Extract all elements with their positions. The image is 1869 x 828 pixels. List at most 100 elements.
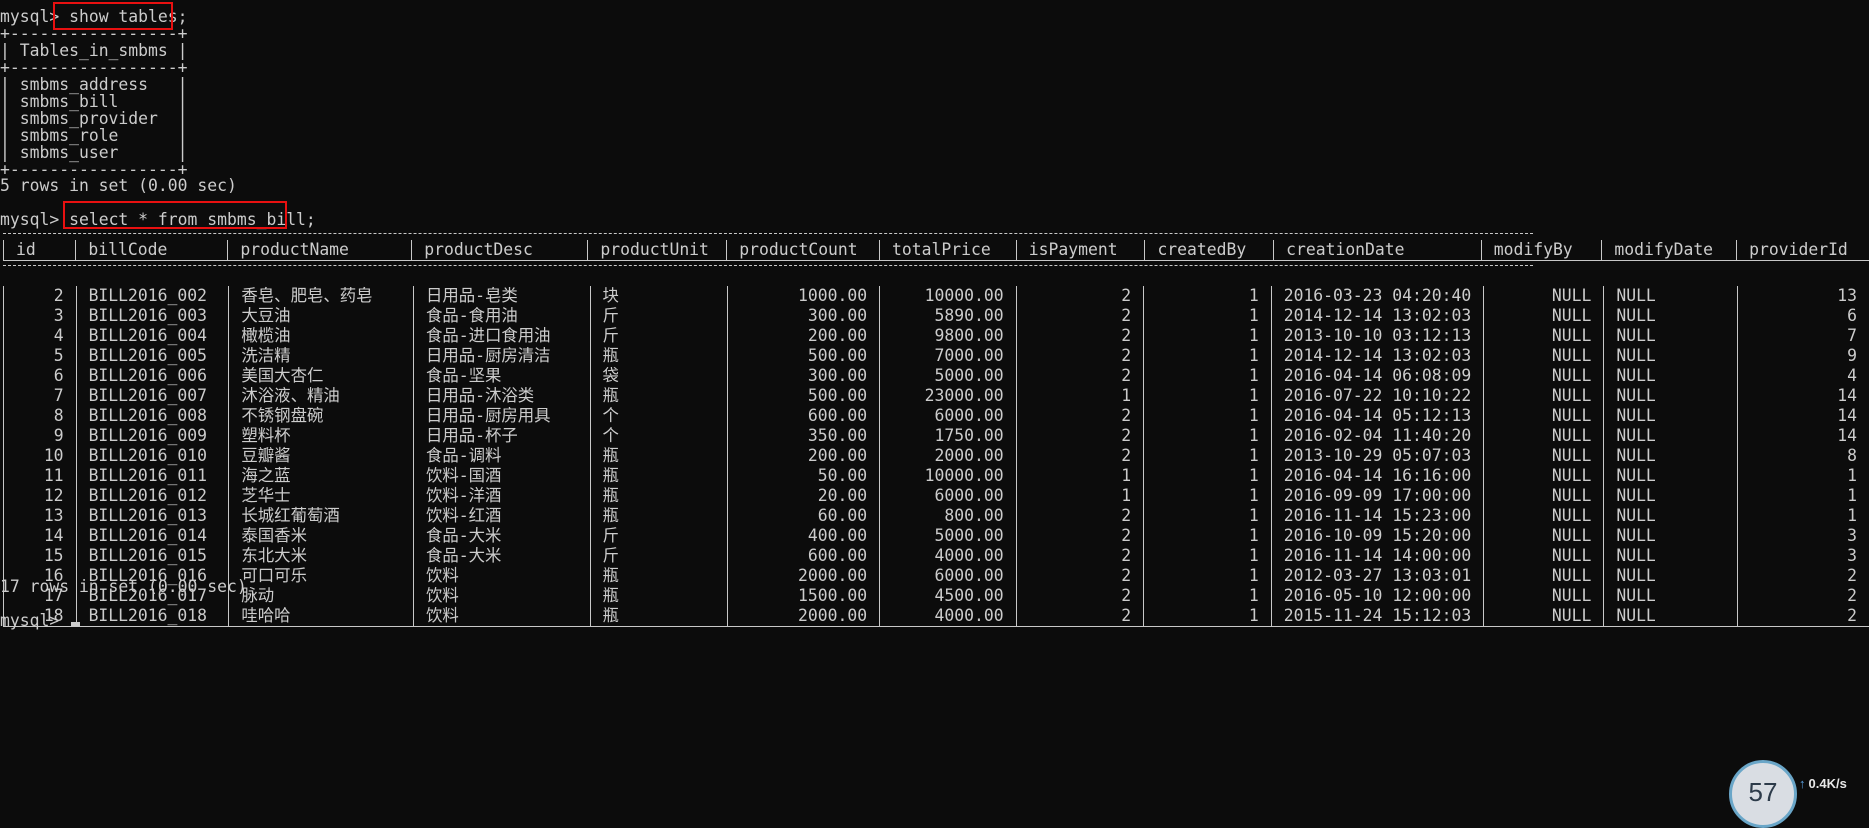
cell-id: 14 [4,526,77,546]
cell-modifyDate: NULL [1604,406,1738,426]
column-header: modifyDate [1602,240,1737,261]
cell-productName: 沐浴液、精油 [229,386,414,406]
cell-id: 8 [4,406,77,426]
bill-footer: 17 rows in set (0.00 sec) [0,577,247,597]
cell-providerId: 3 [1738,526,1869,546]
cell-isPayment: 2 [1016,506,1144,526]
cell-productCount: 500.00 [728,386,880,406]
cell-id: 5 [4,346,77,366]
cell-modifyBy: NULL [1484,566,1604,586]
cell-productUnit: 瓶 [590,486,728,506]
cell-modifyDate: NULL [1604,466,1738,486]
table-row: 18BILL2016_018哇哈哈饮料瓶2000.004000.00212015… [4,606,1869,627]
cell-productDesc: 饮料-国酒 [413,466,590,486]
cell-providerId: 9 [1738,346,1869,366]
cell-createdBy: 1 [1144,606,1272,627]
cell-modifyDate: NULL [1604,326,1738,346]
table-row: 10BILL2016_010豆瓣酱食品-调料瓶200.002000.002120… [4,446,1869,466]
cell-productUnit: 瓶 [590,606,728,627]
cell-creationDate: 2016-03-23 04:20:40 [1271,286,1484,306]
column-header: isPayment [1016,240,1145,261]
cell-providerId: 8 [1738,446,1869,466]
cell-modifyDate: NULL [1604,546,1738,566]
cell-totalPrice: 6000.00 [880,486,1016,506]
cell-creationDate: 2016-09-09 17:00:00 [1271,486,1484,506]
cell-productName: 海之蓝 [229,466,414,486]
cell-productCount: 200.00 [728,446,880,466]
cell-billCode: BILL2016_012 [76,486,229,506]
cell-creationDate: 2013-10-29 05:07:03 [1271,446,1484,466]
cell-billCode: BILL2016_014 [76,526,229,546]
cell-createdBy: 1 [1144,386,1272,406]
cell-productCount: 200.00 [728,326,880,346]
cell-billCode: BILL2016_010 [76,446,229,466]
cell-productCount: 1500.00 [728,586,880,606]
cell-creationDate: 2016-10-09 15:20:00 [1271,526,1484,546]
column-header: id [4,240,76,261]
cell-productCount: 50.00 [728,466,880,486]
cell-isPayment: 2 [1016,446,1144,466]
cell-providerId: 2 [1738,606,1869,627]
cell-billCode: BILL2016_015 [76,546,229,566]
result-header: idbillCodeproductNameproductDescproductU… [3,240,1869,261]
cell-productDesc: 食品-大米 [413,546,590,566]
cell-createdBy: 1 [1144,586,1272,606]
prompt-line-3: mysql> [0,611,80,631]
cell-creationDate: 2016-11-14 15:23:00 [1271,506,1484,526]
cell-createdBy: 1 [1144,426,1272,446]
cell-providerId: 1 [1738,466,1869,486]
cell-productCount: 1000.00 [728,286,880,306]
cell-productName: 脉动 [229,586,414,606]
cell-productUnit: 瓶 [590,506,728,526]
cell-totalPrice: 1750.00 [880,426,1016,446]
cell-productDesc: 食品-食用油 [413,306,590,326]
prompt: mysql> [0,210,59,229]
cell-productCount: 350.00 [728,426,880,446]
cell-productUnit: 斤 [590,526,728,546]
cell-modifyBy: NULL [1484,506,1604,526]
cell-productCount: 20.00 [728,486,880,506]
cell-totalPrice: 5890.00 [880,306,1016,326]
cell-isPayment: 2 [1016,606,1144,627]
cell-productCount: 300.00 [728,366,880,386]
cell-billCode: BILL2016_008 [76,406,229,426]
cell-modifyBy: NULL [1484,466,1604,486]
cell-totalPrice: 2000.00 [880,446,1016,466]
column-header: productName [228,240,412,261]
highlight-box-2 [63,201,287,229]
column-header: productCount [727,240,880,261]
cell-productCount: 2000.00 [728,566,880,586]
cell-totalPrice: 4500.00 [880,586,1016,606]
cell-providerId: 1 [1738,486,1869,506]
cell-totalPrice: 5000.00 [880,526,1016,546]
cell-productCount: 600.00 [728,406,880,426]
column-header: providerId [1737,240,1869,261]
cell-productName: 洗洁精 [229,346,414,366]
cell-productUnit: 瓶 [590,446,728,466]
cell-modifyDate: NULL [1604,606,1738,627]
cell-id: 4 [4,326,77,346]
cell-modifyBy: NULL [1484,586,1604,606]
cell-isPayment: 2 [1016,566,1144,586]
cell-totalPrice: 800.00 [880,506,1016,526]
cell-providerId: 2 [1738,566,1869,586]
cell-createdBy: 1 [1144,506,1272,526]
cell-totalPrice: 6000.00 [880,406,1016,426]
cell-totalPrice: 6000.00 [880,566,1016,586]
cell-creationDate: 2016-05-10 12:00:00 [1271,586,1484,606]
cell-createdBy: 1 [1144,466,1272,486]
cell-modifyDate: NULL [1604,386,1738,406]
cell-productCount: 500.00 [728,346,880,366]
result-table: 2BILL2016_002香皂、肥皂、药皂日用品-皂类块1000.0010000… [3,286,1869,627]
cell-modifyBy: NULL [1484,426,1604,446]
cell-providerId: 6 [1738,306,1869,326]
network-widget[interactable]: 57 ↑0.4K/s [1729,760,1869,808]
cell-billCode: BILL2016_013 [76,506,229,526]
table-row: 11BILL2016_011海之蓝饮料-国酒瓶50.0010000.001120… [4,466,1869,486]
cell-productUnit: 瓶 [590,566,728,586]
cell-isPayment: 1 [1016,486,1144,506]
cell-modifyBy: NULL [1484,526,1604,546]
cell-productUnit: 瓶 [590,386,728,406]
cell-id: 12 [4,486,77,506]
cell-providerId: 2 [1738,586,1869,606]
